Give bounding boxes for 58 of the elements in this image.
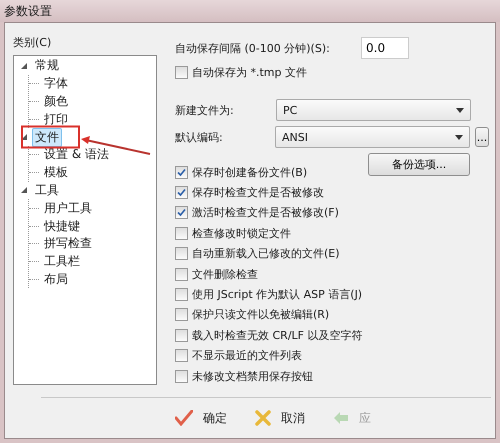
tree-item[interactable]: 布局 <box>41 270 71 289</box>
checkbox-label: 不显示最近的文件列表 <box>192 348 302 364</box>
checkbox-label: 自动保存为 *.tmp 文件 <box>192 64 308 80</box>
tree-item[interactable]: 文件 <box>32 128 62 147</box>
tree-item[interactable]: 工具 <box>32 180 62 200</box>
more-button[interactable]: ... <box>475 127 489 147</box>
autosave-interval-field[interactable]: 0.0 <box>361 37 409 59</box>
checkbox[interactable] <box>175 308 188 322</box>
checkbox-label: 使用 JScript 作为默认 ASP 语言(J) <box>192 287 362 302</box>
left-arrow-icon <box>333 411 349 425</box>
tree-item[interactable]: 颜色 <box>41 92 71 111</box>
tree-item[interactable]: 用户工具 <box>41 198 95 218</box>
cancel-button[interactable]: 取消 <box>249 408 311 428</box>
checkbox[interactable] <box>175 349 188 362</box>
highlight-frame <box>21 126 80 148</box>
tree-item[interactable]: 模板 <box>41 163 71 182</box>
checked-checkbox[interactable] <box>175 206 188 220</box>
checkbox[interactable] <box>175 328 188 342</box>
new-file-dropdown[interactable]: PC <box>276 99 471 121</box>
checkbox-label: 保护只读文件以免被编辑(R) <box>192 307 330 322</box>
tree-item[interactable]: 打印 <box>41 110 71 129</box>
tree-item[interactable]: 工具栏 <box>41 252 83 272</box>
encoding-label: 默认编码: <box>175 130 223 144</box>
expand-arrow-icon[interactable] <box>20 62 28 70</box>
checkbox-label: 激活时检查文件是否被修改(F) <box>192 205 339 220</box>
expand-arrow-icon[interactable] <box>20 186 28 194</box>
checkbox[interactable] <box>175 226 188 240</box>
backup-options-button[interactable]: 备份选项... <box>368 153 470 176</box>
window-title: 参数设置 <box>4 2 52 20</box>
checkbox[interactable] <box>175 66 188 78</box>
checkmark-icon <box>175 410 193 426</box>
checkbox[interactable] <box>175 288 188 302</box>
cross-icon <box>255 410 271 426</box>
checkbox[interactable] <box>175 268 188 281</box>
tree-item[interactable]: 设置 & 语法 <box>41 145 112 164</box>
tree-item[interactable]: 字体 <box>41 74 71 94</box>
ok-button[interactable]: 确定 <box>169 408 233 428</box>
checkbox-label: 保存时创建备份文件(B) <box>192 164 308 180</box>
autosave-interval-label: 自动保存间隔 (0-100 分钟)(S): <box>175 40 330 56</box>
checkbox-label: 载入时检查无效 CR/LF 以及空字符 <box>192 328 362 343</box>
tree-item[interactable]: 拼写检查 <box>41 234 95 254</box>
checkbox[interactable] <box>175 370 188 383</box>
checkbox-label: 检查修改时锁定文件 <box>192 226 291 241</box>
expand-arrow-icon[interactable] <box>20 133 28 142</box>
checked-checkbox[interactable] <box>175 166 188 179</box>
tree-item[interactable]: 常规 <box>32 56 62 76</box>
category-label: 类别(C) <box>13 35 52 50</box>
encoding-dropdown[interactable]: ANSI <box>275 126 470 148</box>
checkbox-label: 保存时检查文件是否被修改 <box>192 185 324 200</box>
checkbox-label: 文件删除检查 <box>192 266 258 282</box>
dropdown-caret-icon <box>455 134 463 140</box>
dropdown-caret-icon <box>456 108 464 112</box>
checkbox[interactable] <box>175 247 188 260</box>
tree-item[interactable]: 快捷键 <box>41 216 83 236</box>
checkbox-label: 自动重新载入已修改的文件(E) <box>192 246 340 262</box>
checkbox-label: 未修改文档禁用保存按钮 <box>192 368 313 384</box>
new-file-label: 新建文件为: <box>175 102 234 118</box>
checked-checkbox[interactable] <box>175 186 188 200</box>
